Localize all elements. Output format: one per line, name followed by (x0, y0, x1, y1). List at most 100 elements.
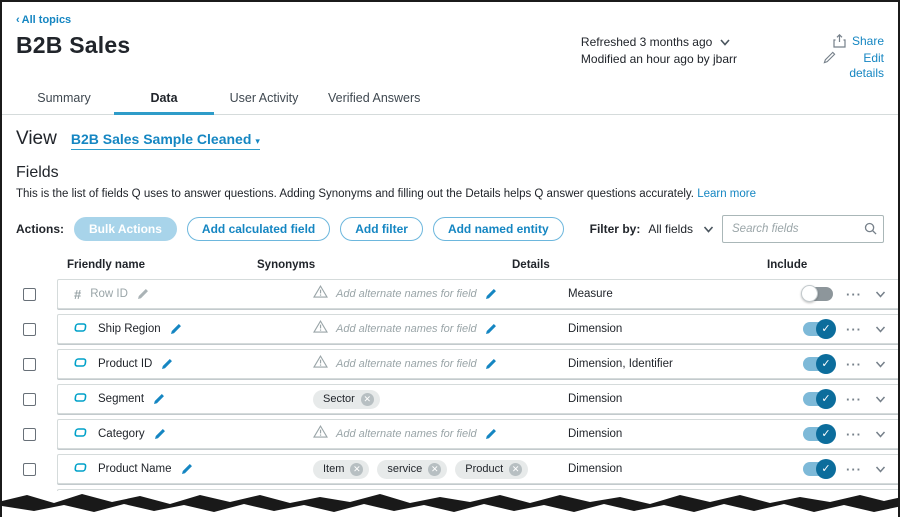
chevron-down-icon[interactable] (720, 39, 730, 46)
remove-synonym-icon[interactable]: ✕ (360, 392, 374, 406)
edit-synonyms-icon[interactable] (485, 358, 497, 370)
warning-icon (313, 285, 328, 303)
column-synonyms: Synonyms (257, 259, 316, 271)
edit-name-icon[interactable] (181, 463, 193, 475)
details-text: Dimension (568, 323, 623, 335)
row-checkbox[interactable] (23, 287, 36, 301)
expand-row-icon[interactable] (875, 291, 886, 298)
search-input[interactable] (722, 215, 884, 243)
field-name: Category (98, 428, 145, 440)
column-details: Details (512, 259, 550, 271)
synonym-placeholder: Add alternate names for field (336, 428, 477, 440)
toggle-knob: ✓ (816, 424, 836, 444)
expand-row-icon[interactable] (875, 326, 886, 333)
tab-user-activity[interactable]: User Activity (214, 83, 314, 114)
synonym-tag: Sector ✕ (313, 389, 380, 409)
details-text: Dimension, Identifier (568, 358, 673, 370)
field-row-card: Segment Sector ✕ Dimension ✓ ··· (57, 384, 898, 414)
row-checkbox[interactable] (23, 357, 36, 371)
edit-name-icon[interactable] (161, 358, 173, 370)
table-row: Category Add alternate names for field Dim… (2, 419, 898, 449)
add-calculated-field-button[interactable]: Add calculated field (186, 217, 331, 241)
caret-down-icon: ▾ (255, 136, 260, 146)
row-checkbox-cell (2, 314, 57, 344)
field-row-card: Ship Region Add alternate names for field… (57, 314, 898, 344)
include-cell: ✓ ··· (803, 459, 898, 479)
include-cell: ✓ ··· (803, 424, 898, 444)
refreshed-status: Refreshed 3 months ago (580, 35, 713, 49)
tab-summary[interactable]: Summary (14, 83, 114, 114)
tab-verified-answers[interactable]: Verified Answers (314, 83, 434, 114)
add-named-entity-button[interactable]: Add named entity (432, 217, 564, 241)
row-checkbox[interactable] (23, 462, 36, 476)
remove-synonym-icon[interactable]: ✕ (350, 462, 364, 476)
row-checkbox[interactable] (23, 427, 36, 441)
row-checkbox[interactable] (23, 392, 36, 406)
bulk-actions-button[interactable]: Bulk Actions (74, 217, 177, 241)
include-toggle[interactable]: ✓ (803, 319, 836, 339)
include-toggle[interactable]: ✓ (803, 424, 836, 444)
include-toggle[interactable]: ✓ (803, 389, 836, 409)
row-menu-icon[interactable]: ··· (846, 322, 862, 337)
edit-name-icon[interactable] (170, 323, 182, 335)
learn-more-link[interactable]: Learn more (697, 188, 756, 200)
include-toggle[interactable] (801, 285, 833, 302)
include-toggle[interactable]: ✓ (803, 459, 836, 479)
details-cell: Dimension (568, 463, 803, 475)
share-button[interactable]: Share (852, 34, 884, 49)
edit-synonyms-icon[interactable] (485, 288, 497, 300)
add-filter-button[interactable]: Add filter (340, 217, 423, 241)
tab-data[interactable]: Data (114, 83, 214, 115)
field-name: Ship Region (98, 323, 161, 335)
fields-heading: Fields (16, 164, 59, 181)
details-text: Dimension (568, 463, 623, 475)
toggle-knob (801, 285, 818, 302)
expand-row-icon[interactable] (875, 361, 886, 368)
field-name: Product Name (98, 463, 172, 475)
edit-name-icon[interactable] (154, 428, 166, 440)
row-checkbox-cell (2, 454, 57, 484)
row-checkbox[interactable] (23, 322, 36, 336)
row-menu-icon[interactable]: ··· (846, 427, 862, 442)
filter-dropdown[interactable]: All fields (648, 222, 714, 236)
dimension-icon (74, 425, 89, 443)
table-row: Product ID Add alternate names for field D… (2, 349, 898, 379)
row-menu-icon[interactable]: ··· (846, 357, 862, 372)
row-checkbox-cell (2, 384, 57, 414)
synonym-tag: Item ✕ (313, 459, 370, 479)
field-rows: # Row ID Add alternate names for field Meas… (2, 279, 898, 517)
row-checkbox-cell (2, 279, 57, 309)
row-menu-icon[interactable]: ··· (846, 287, 862, 302)
expand-row-icon[interactable] (875, 396, 886, 403)
include-toggle[interactable]: ✓ (803, 354, 836, 374)
dimension-icon (74, 320, 89, 338)
details-text: Dimension (568, 428, 623, 440)
table-row: # Row ID Add alternate names for field Meas… (2, 279, 898, 309)
synonyms-cell: Add alternate names for field (313, 421, 568, 447)
view-dropdown[interactable]: B2B Sales Sample Cleaned ▾ (70, 131, 260, 150)
remove-synonym-icon[interactable]: ✕ (428, 462, 442, 476)
remove-synonym-icon[interactable]: ✕ (509, 462, 523, 476)
toggle-knob: ✓ (816, 389, 836, 409)
friendly-name-cell: Category (58, 425, 313, 443)
filter-by-label: Filter by: (589, 222, 641, 236)
page-title: B2B Sales (16, 32, 131, 58)
dimension-icon (74, 460, 89, 478)
expand-row-icon[interactable] (875, 431, 886, 438)
include-cell: ✓ ··· (803, 319, 898, 339)
edit-name-icon[interactable] (137, 288, 149, 300)
row-checkbox-cell (2, 349, 57, 379)
fields-description: This is the list of fields Q uses to ans… (16, 188, 757, 200)
dimension-icon (74, 390, 89, 408)
expand-row-icon[interactable] (875, 466, 886, 473)
row-menu-icon[interactable]: ··· (846, 462, 862, 477)
edit-synonyms-icon[interactable] (485, 323, 497, 335)
back-to-all-topics-link[interactable]: ‹ All topics (16, 14, 71, 26)
edit-details-button[interactable]: Edit details (842, 51, 884, 81)
toggle-knob: ✓ (816, 319, 836, 339)
edit-name-icon[interactable] (153, 393, 165, 405)
row-menu-icon[interactable]: ··· (846, 392, 862, 407)
edit-synonyms-icon[interactable] (485, 428, 497, 440)
friendly-name-cell: Ship Region (58, 320, 313, 338)
dimension-icon (74, 355, 89, 373)
